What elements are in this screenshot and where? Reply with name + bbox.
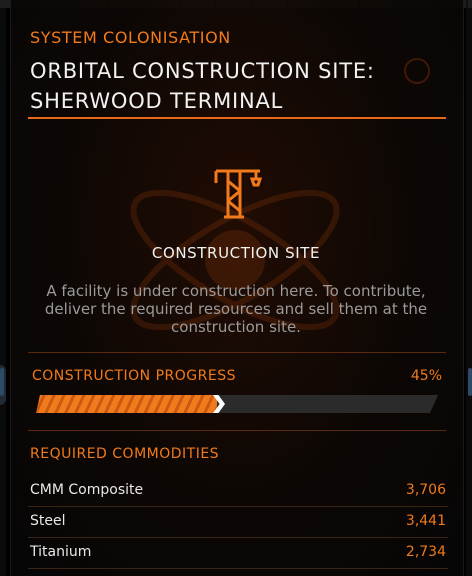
- list-item[interactable]: Titanium 2,734: [28, 538, 448, 569]
- progress-label: CONSTRUCTION PROGRESS: [32, 368, 236, 384]
- commodity-name: CMM Composite: [30, 482, 144, 498]
- list-item[interactable]: Steel 3,441: [28, 507, 448, 538]
- site-description: A facility is under construction here. T…: [44, 282, 428, 336]
- page-title: ORBITAL CONSTRUCTION SITE: SHERWOOD TERM…: [30, 56, 430, 116]
- progress-bar: [36, 395, 438, 413]
- site-type-label: CONSTRUCTION SITE: [151, 244, 321, 262]
- right-edge-glow: [468, 368, 472, 396]
- commodity-quantity: 2,734: [405, 544, 446, 560]
- commodity-name: Titanium: [30, 544, 92, 560]
- title-line-1: ORBITAL CONSTRUCTION SITE:: [30, 59, 375, 83]
- commodity-quantity: 3,441: [405, 513, 446, 529]
- section-divider: [28, 352, 446, 353]
- list-item[interactable]: CMM Composite 3,706: [28, 476, 448, 507]
- title-line-2: SHERWOOD TERMINAL: [30, 89, 284, 113]
- commodity-quantity: 3,706: [405, 482, 446, 498]
- panel-category: SYSTEM COLONISATION: [30, 28, 231, 47]
- commodity-list: CMM Composite 3,706 Steel 3,441 Titanium…: [28, 476, 448, 569]
- progress-bar-fill: [36, 395, 217, 413]
- faint-ring-icon: [404, 58, 430, 84]
- crane-icon: [214, 169, 263, 219]
- commodities-heading: REQUIRED COMMODITIES: [30, 446, 220, 462]
- left-edge-glow: [0, 368, 4, 396]
- section-divider: [28, 430, 446, 431]
- commodity-name: Steel: [30, 513, 66, 529]
- title-divider: [28, 117, 446, 119]
- progress-value: 45%: [410, 368, 442, 384]
